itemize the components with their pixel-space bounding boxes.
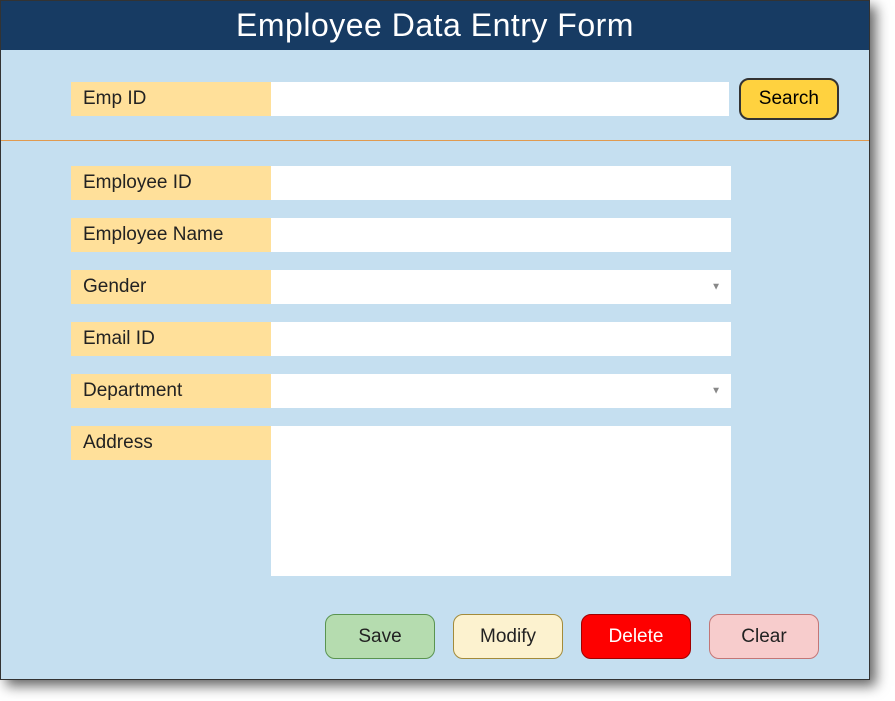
employee-form-window: Employee Data Entry Form Emp ID Search E… (0, 0, 870, 680)
delete-button[interactable]: Delete (581, 614, 691, 659)
gender-label: Gender (71, 270, 271, 304)
search-section: Emp ID Search (1, 50, 869, 140)
title-bar: Employee Data Entry Form (1, 1, 869, 50)
employee-id-label: Employee ID (71, 166, 271, 200)
employee-name-label: Employee Name (71, 218, 271, 252)
gender-select[interactable] (271, 270, 731, 304)
emp-id-search-label: Emp ID (71, 82, 271, 116)
form-section: Employee ID Employee Name Gender ▼ Email… (1, 141, 869, 576)
email-id-label: Email ID (71, 322, 271, 356)
row-department: Department ▼ (71, 374, 799, 408)
department-label: Department (71, 374, 271, 408)
form-title: Employee Data Entry Form (236, 7, 634, 43)
search-button[interactable]: Search (739, 78, 839, 120)
email-id-input[interactable] (271, 322, 731, 356)
row-employee-id: Employee ID (71, 166, 799, 200)
employee-name-input[interactable] (271, 218, 731, 252)
department-select[interactable] (271, 374, 731, 408)
save-button[interactable]: Save (325, 614, 435, 659)
row-address: Address (71, 426, 799, 576)
button-row: Save Modify Delete Clear (1, 594, 869, 659)
emp-id-search-input[interactable] (271, 82, 729, 116)
address-textarea[interactable] (271, 426, 731, 576)
row-employee-name: Employee Name (71, 218, 799, 252)
modify-button[interactable]: Modify (453, 614, 563, 659)
row-email-id: Email ID (71, 322, 799, 356)
address-label: Address (71, 426, 271, 460)
employee-id-input[interactable] (271, 166, 731, 200)
clear-button[interactable]: Clear (709, 614, 819, 659)
row-gender: Gender ▼ (71, 270, 799, 304)
